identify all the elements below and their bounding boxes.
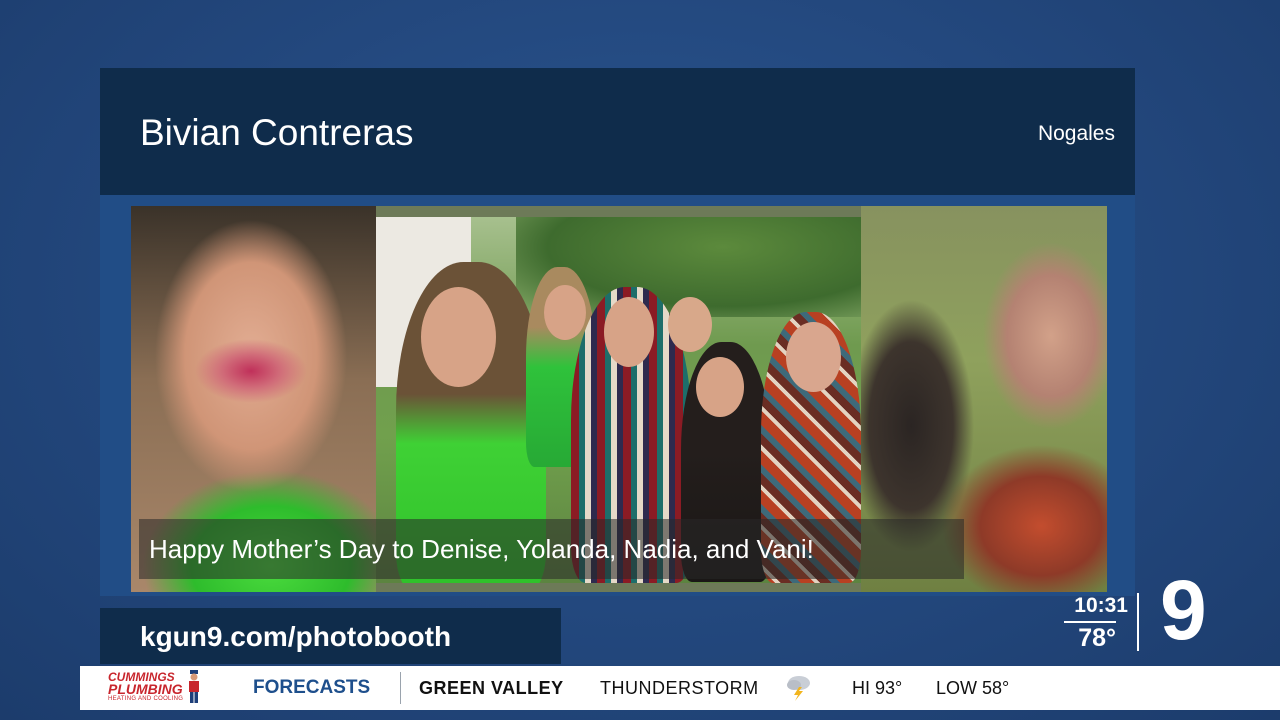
sponsor-tagline: HEATING AND COOLING xyxy=(108,696,184,702)
url-bar: kgun9.com/photobooth xyxy=(100,608,561,664)
clock-time: 10:31 xyxy=(1074,594,1128,617)
submitter-location: Nogales xyxy=(1037,122,1115,145)
photo-face xyxy=(544,285,586,340)
forecast-ticker: CUMMINGS PLUMBING HEATING AND COOLING FO… xyxy=(80,666,1280,710)
plumber-mascot-icon xyxy=(189,670,199,703)
photo-face xyxy=(604,297,654,367)
section-label: FORECASTS xyxy=(253,677,371,698)
thunderstorm-icon xyxy=(787,676,810,701)
clock-divider xyxy=(1064,621,1116,623)
name-bar: Bivian Contreras Nogales xyxy=(100,68,1135,195)
submitter-name: Bivian Contreras xyxy=(140,112,414,153)
photo-face xyxy=(421,287,496,387)
station-logo: 9 xyxy=(1160,563,1207,657)
photobooth-url: kgun9.com/photobooth xyxy=(140,621,452,652)
caption-bar: Happy Mother’s Day to Denise, Yolanda, N… xyxy=(139,519,964,579)
photo-caption: Happy Mother’s Day to Denise, Yolanda, N… xyxy=(149,534,814,564)
forecast-high: HI 93° xyxy=(852,678,903,698)
sponsor-logo: CUMMINGS PLUMBING HEATING AND COOLING xyxy=(80,666,230,710)
forecast-location: GREEN VALLEY xyxy=(419,678,564,698)
forecast-low: LOW 58° xyxy=(936,678,1010,698)
photo-face xyxy=(786,322,841,392)
photo-frame: Happy Mother’s Day to Denise, Yolanda, N… xyxy=(131,206,1107,592)
photo-face xyxy=(668,297,712,352)
sponsor-name-line2: PLUMBING xyxy=(108,681,183,697)
logo-divider xyxy=(1137,593,1139,651)
ticker-divider xyxy=(400,672,401,704)
current-temperature: 78° xyxy=(1078,624,1116,652)
photo-face xyxy=(696,357,744,417)
forecast-condition: THUNDERSTORM xyxy=(600,678,759,698)
